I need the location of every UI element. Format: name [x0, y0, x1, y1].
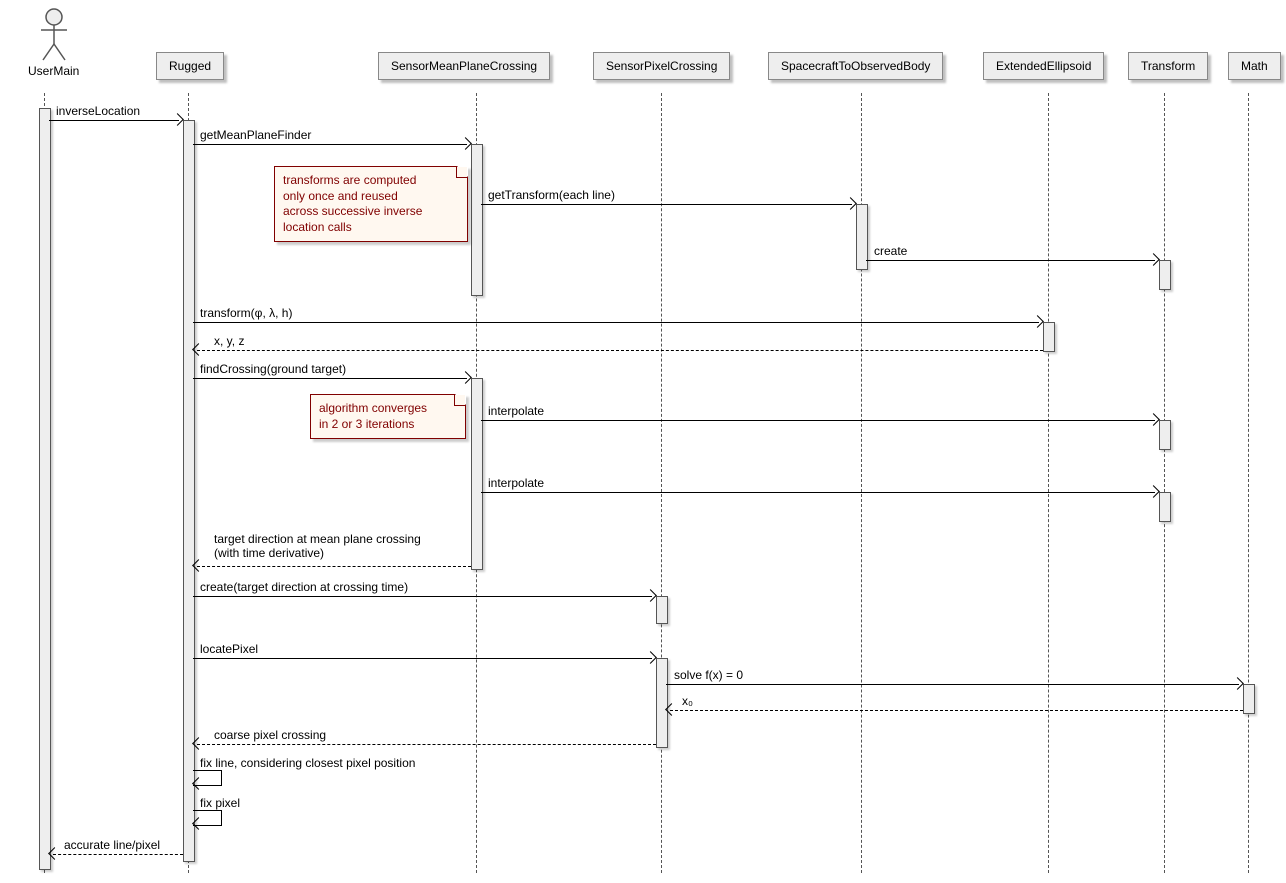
lifeline [661, 93, 662, 873]
participant-math: Math [1228, 52, 1281, 80]
msg-interpolate1: interpolate [488, 404, 544, 418]
actor-label: UserMain [28, 64, 79, 78]
arrow-head [171, 113, 184, 126]
participant-rugged: Rugged [156, 52, 224, 80]
msg-xyz: x, y, z [214, 334, 244, 348]
actor-usermain: UserMain [28, 8, 79, 78]
msg-locatepixel: locatePixel [200, 642, 258, 656]
arrow-head [1147, 253, 1160, 266]
arrow [481, 420, 1155, 421]
sequence-diagram: UserMain Rugged SensorMeanPlaneCrossing … [8, 8, 1278, 875]
arrow [866, 260, 1155, 261]
msg-solvefx: solve f(x) = 0 [674, 668, 743, 682]
participant-extendedellipsoid: ExtendedEllipsoid [983, 52, 1104, 80]
arrow-head [459, 137, 472, 150]
msg-coarsepixel: coarse pixel crossing [214, 728, 326, 742]
msg-create: create [874, 244, 907, 258]
activation-transform-2 [1159, 420, 1171, 450]
arrow [670, 710, 1243, 711]
arrow [49, 120, 179, 121]
msg-createtargetdir: create(target direction at crossing time… [200, 580, 408, 594]
arrow-head [1147, 413, 1160, 426]
msg-x0: x₀ [682, 694, 693, 708]
activation-usermain [39, 108, 51, 870]
arrow [193, 658, 652, 659]
lifeline [1248, 93, 1249, 873]
activation-transform-3 [1159, 492, 1171, 522]
msg-transformphi: transform(φ, λ, h) [200, 306, 292, 320]
participant-spacecrafttoobservedbody: SpacecraftToObservedBody [768, 52, 943, 80]
participant-sensormeanplanecrossing: SensorMeanPlaneCrossing [378, 52, 550, 80]
msg-interpolate2: interpolate [488, 476, 544, 490]
participant-transform: Transform [1128, 52, 1208, 80]
activation-math [1243, 684, 1255, 714]
msg-fixpixel: fix pixel [200, 796, 240, 810]
activation-rugged [183, 120, 195, 862]
arrow [193, 144, 467, 145]
arrow-head [644, 589, 657, 602]
activation-spc-1 [656, 596, 668, 624]
msg-findcrossing: findCrossing(ground target) [200, 362, 346, 376]
arrow-head [644, 651, 657, 664]
arrow [481, 492, 1155, 493]
activation-smpc-1 [471, 144, 483, 296]
msg-targetdirection: target direction at mean plane crossing … [214, 532, 421, 561]
lifeline [1164, 93, 1165, 873]
note-converge: algorithm converges in 2 or 3 iterations [310, 394, 466, 439]
activation-spc-2 [656, 658, 668, 748]
msg-inverselocation: inverseLocation [56, 104, 140, 118]
msg-gettransform: getTransform(each line) [488, 188, 615, 202]
msg-accurate: accurate line/pixel [64, 838, 160, 852]
arrow-head [1031, 315, 1044, 328]
participant-sensorpixelcrossing: SensorPixelCrossing [593, 52, 730, 80]
arrow [53, 854, 183, 855]
activation-transform-1 [1159, 260, 1171, 290]
msg-getmeanplanefinder: getMeanPlaneFinder [200, 128, 311, 142]
arrow [197, 350, 1043, 351]
arrow-head [1147, 485, 1160, 498]
msg-fixline: fix line, considering closest pixel posi… [200, 756, 415, 770]
arrow-head [844, 197, 857, 210]
lifeline [1048, 93, 1049, 873]
activation-smpc-2 [471, 378, 483, 570]
arrow [481, 204, 852, 205]
activation-ee [1043, 322, 1055, 352]
arrow-head [459, 371, 472, 384]
arrow [193, 322, 1039, 323]
arrow [193, 596, 652, 597]
arrow-head [1231, 677, 1244, 690]
arrow [197, 744, 656, 745]
arrow [193, 378, 467, 379]
note-transforms: transforms are computed only once and re… [274, 166, 468, 242]
arrow [197, 566, 471, 567]
arrow [666, 684, 1239, 685]
